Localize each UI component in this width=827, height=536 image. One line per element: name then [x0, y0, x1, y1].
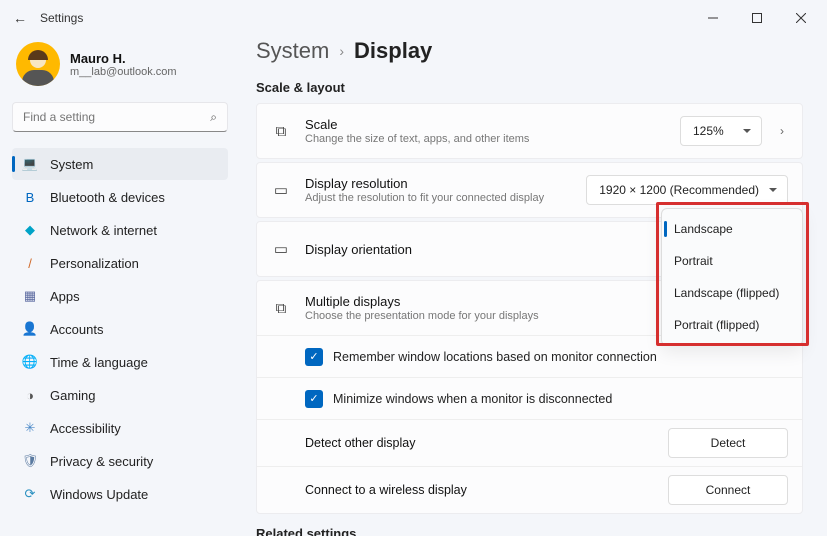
chevron-right-icon[interactable]: ›	[776, 124, 788, 138]
sidebar-item-label: Network & internet	[50, 223, 157, 238]
maximize-button[interactable]	[735, 3, 779, 33]
orientation-option[interactable]: Portrait	[662, 245, 802, 277]
sidebar-item-network[interactable]: ◆ Network & internet	[12, 214, 228, 246]
sidebar-item-label: Personalization	[50, 256, 139, 271]
resolution-icon: ▭	[271, 181, 291, 199]
resolution-select[interactable]: 1920 × 1200 (Recommended)	[586, 175, 788, 205]
bluetooth-icon: B	[22, 189, 38, 205]
sidebar-item-apps[interactable]: ▦ Apps	[12, 280, 228, 312]
sidebar-item-label: Privacy & security	[50, 454, 153, 469]
scale-row[interactable]: ⧉ Scale Change the size of text, apps, a…	[257, 104, 802, 158]
sidebar-item-label: Accessibility	[50, 421, 121, 436]
sidebar-item-accounts[interactable]: 👤 Accounts	[12, 313, 228, 345]
sidebar-item-label: Time & language	[50, 355, 148, 370]
connect-row: Connect to a wireless display Connect	[257, 466, 802, 513]
multiple-icon: ⧉	[271, 300, 291, 317]
sidebar-item-label: System	[50, 157, 93, 172]
orientation-dropdown[interactable]: LandscapePortraitLandscape (flipped)Port…	[661, 208, 803, 346]
search-field[interactable]	[23, 110, 210, 124]
orientation-icon: ▭	[271, 240, 291, 258]
profile-name: Mauro H.	[70, 51, 177, 66]
network-icon: ◆	[22, 222, 38, 238]
close-button[interactable]	[779, 3, 823, 33]
sidebar-item-accessibility[interactable]: ✳ Accessibility	[12, 412, 228, 444]
detect-button[interactable]: Detect	[668, 428, 788, 458]
sidebar-item-windows-update[interactable]: ⟳ Windows Update	[12, 478, 228, 510]
time-language-icon: 🌐	[22, 354, 38, 370]
system-icon: 💻	[22, 156, 38, 172]
sidebar-item-bluetooth[interactable]: B Bluetooth & devices	[12, 181, 228, 213]
breadcrumb: System › Display	[256, 36, 803, 76]
profile-email: m__lab@outlook.com	[70, 66, 177, 78]
profile[interactable]: Mauro H. m__lab@outlook.com	[12, 36, 228, 102]
section-related: Related settings	[256, 526, 803, 536]
sidebar-item-label: Bluetooth & devices	[50, 190, 165, 205]
minimize-row[interactable]: ✓ Minimize windows when a monitor is dis…	[257, 377, 802, 419]
orientation-option[interactable]: Portrait (flipped)	[662, 309, 802, 341]
gaming-icon: ◑	[22, 387, 38, 403]
privacy-icon: 🛡	[22, 453, 38, 469]
accessibility-icon: ✳	[22, 420, 38, 436]
breadcrumb-sep: ›	[339, 43, 344, 59]
minimize-button[interactable]	[691, 3, 735, 33]
sidebar-item-system[interactable]: 💻 System	[12, 148, 228, 180]
sidebar-item-gaming[interactable]: ◑ Gaming	[12, 379, 228, 411]
accounts-icon: 👤	[22, 321, 38, 337]
search-input[interactable]: ⌕	[12, 102, 228, 132]
sidebar-item-label: Windows Update	[50, 487, 148, 502]
sidebar-item-privacy[interactable]: 🛡 Privacy & security	[12, 445, 228, 477]
sidebar-item-time-language[interactable]: 🌐 Time & language	[12, 346, 228, 378]
personalization-icon: /	[22, 255, 38, 271]
sidebar-item-label: Gaming	[50, 388, 96, 403]
breadcrumb-display: Display	[354, 38, 432, 64]
windows-update-icon: ⟳	[22, 486, 38, 502]
connect-button[interactable]: Connect	[668, 475, 788, 505]
window-title: Settings	[40, 11, 83, 25]
sidebar-item-label: Apps	[50, 289, 80, 304]
section-scale-layout: Scale & layout	[256, 80, 803, 95]
search-icon: ⌕	[210, 110, 217, 125]
remember-checkbox[interactable]: ✓	[305, 348, 323, 366]
orientation-option[interactable]: Landscape	[662, 213, 802, 245]
scale-select[interactable]: 125%	[680, 116, 762, 146]
sidebar-item-personalization[interactable]: / Personalization	[12, 247, 228, 279]
sidebar-item-label: Accounts	[50, 322, 103, 337]
back-button[interactable]: ←	[4, 10, 36, 26]
apps-icon: ▦	[22, 288, 38, 304]
scale-icon: ⧉	[271, 123, 291, 140]
breadcrumb-system[interactable]: System	[256, 38, 329, 64]
orientation-option[interactable]: Landscape (flipped)	[662, 277, 802, 309]
minimize-checkbox[interactable]: ✓	[305, 390, 323, 408]
detect-row: Detect other display Detect	[257, 419, 802, 466]
avatar	[16, 42, 60, 86]
